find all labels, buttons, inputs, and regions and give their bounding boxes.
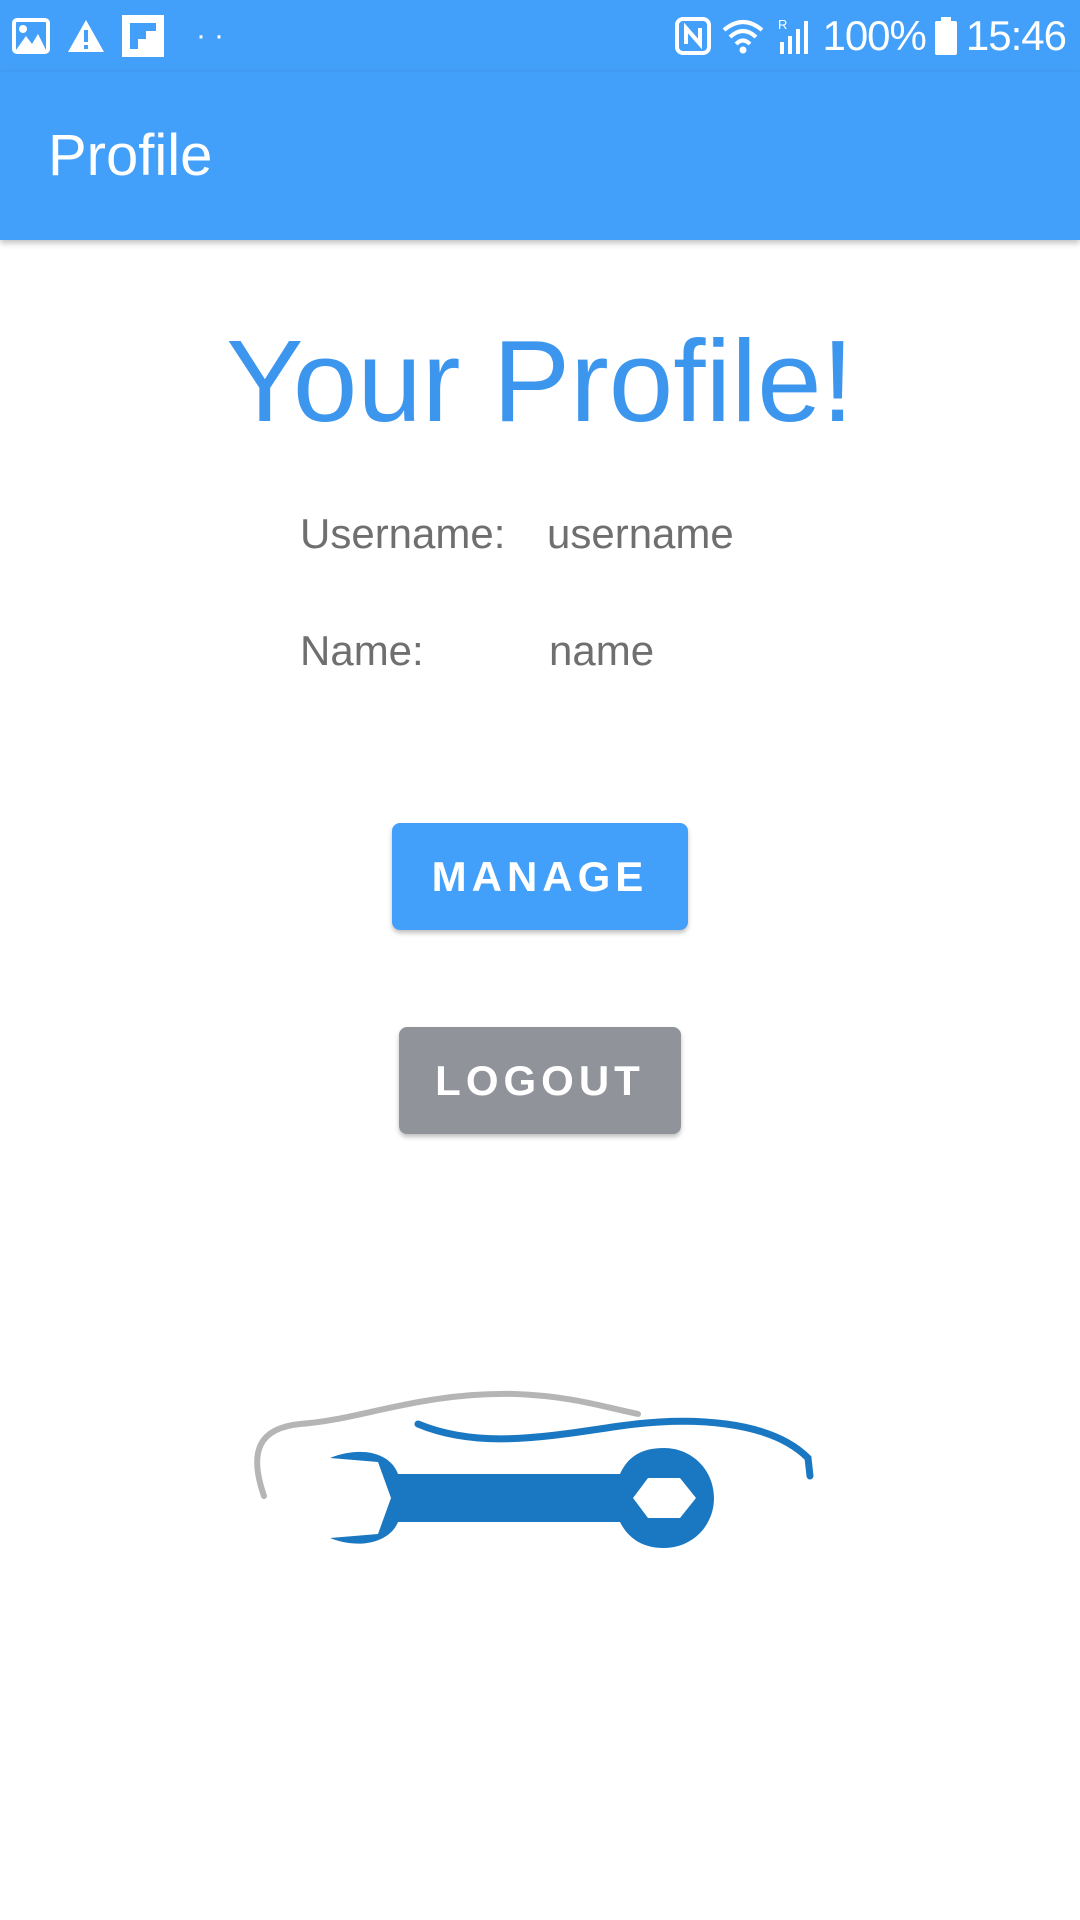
manage-button[interactable]: MANAGE bbox=[392, 823, 688, 930]
car-wrench-logo bbox=[250, 1370, 820, 1570]
status-bar: ·· R 100% 15:46 bbox=[0, 0, 1080, 72]
clock: 15:46 bbox=[965, 12, 1067, 59]
flipboard-icon bbox=[122, 15, 164, 57]
status-system: R 100% 15:46 bbox=[674, 10, 1067, 62]
status-notifications: ·· bbox=[12, 14, 232, 58]
logout-button[interactable]: LOGOUT bbox=[399, 1027, 681, 1134]
wifi-icon bbox=[720, 16, 766, 56]
app-bar: Profile bbox=[0, 72, 1080, 240]
profile-screen: ·· R 100% 15:46 Profile Your Profile! Us… bbox=[0, 0, 1080, 1920]
app-bar-title: Profile bbox=[48, 123, 213, 188]
image-icon bbox=[12, 18, 50, 54]
username-label: Username: bbox=[300, 510, 506, 557]
svg-text:R: R bbox=[778, 17, 787, 32]
signal-icon: R bbox=[774, 16, 814, 56]
name-label: Name: bbox=[300, 627, 424, 674]
nfc-icon bbox=[674, 16, 712, 56]
name-value: name bbox=[549, 627, 655, 674]
page-heading: Your Profile! bbox=[226, 316, 854, 446]
username-value: username bbox=[547, 510, 734, 557]
battery-icon bbox=[934, 16, 958, 56]
battery-percent: 100% bbox=[822, 12, 926, 59]
more-notifications-indicator: ·· bbox=[196, 19, 232, 52]
warning-icon bbox=[66, 18, 106, 54]
